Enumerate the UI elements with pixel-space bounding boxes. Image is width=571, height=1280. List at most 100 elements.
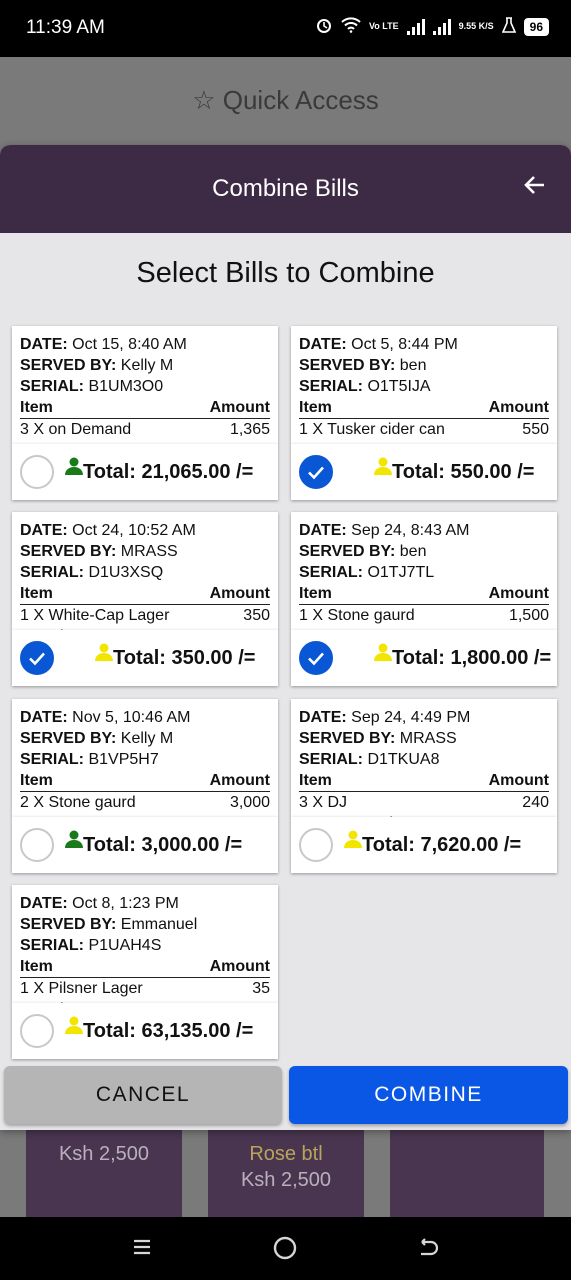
items-header: Item Amount	[20, 956, 270, 978]
bill-total: Total: 3,000.00 /=	[83, 834, 243, 856]
person-icon	[374, 457, 392, 475]
bill-served-by: SERVED BY: MRASS	[20, 543, 178, 560]
dialog-title: Combine Bills	[212, 175, 359, 202]
bill-date: DATE: Oct 8, 1:23 PM	[20, 895, 179, 912]
bill-footer: Total: 3,000.00 /=	[12, 817, 278, 873]
bill-served-by: SERVED BY: ben	[299, 543, 427, 560]
bill-card[interactable]: DATE: Sep 24, 8:43 AM SERVED BY: ben SER…	[291, 512, 557, 686]
person-icon	[65, 1016, 83, 1034]
item-name: 1 X Stone gaurd	[299, 607, 415, 624]
select-bill-checkbox[interactable]	[20, 455, 54, 489]
bill-serial: SERIAL: B1VP5H7	[20, 751, 159, 768]
bill-card[interactable]: DATE: Oct 8, 1:23 PM SERVED BY: Emmanuel…	[12, 885, 278, 1059]
bill-serial: SERIAL: O1TJ7TL	[299, 564, 435, 581]
bill-item-row: 3 X on Demand 1,365	[20, 419, 270, 440]
wifi-icon	[341, 17, 361, 36]
person-icon	[374, 643, 392, 661]
bill-total: Total: 7,620.00 /=	[362, 834, 522, 856]
select-bill-checkbox[interactable]	[299, 828, 333, 862]
background-product-tiles: Ksh 2,500 Rose btl Ksh 2,500	[0, 1127, 571, 1217]
bill-served-by: SERVED BY: ben	[299, 357, 427, 374]
battery-indicator: 96	[523, 17, 549, 36]
select-bill-checkbox[interactable]	[20, 641, 54, 675]
star-icon: ☆	[192, 85, 216, 115]
bill-total: Total: 350.00 /=	[113, 647, 256, 669]
person-icon	[65, 830, 83, 848]
person-icon	[344, 830, 362, 848]
item-amount: 1,500	[508, 607, 549, 624]
bill-details: DATE: Oct 5, 8:44 PM SERVED BY: ben SERI…	[299, 334, 549, 449]
bill-footer: Total: 63,135.00 /=	[12, 1003, 278, 1059]
bill-total: Total: 63,135.00 /=	[83, 1020, 254, 1042]
items-header: Item Amount	[20, 583, 270, 605]
bill-footer: Total: 21,065.00 /=	[12, 444, 278, 500]
items-header: Item Amount	[299, 583, 549, 605]
bill-item-row: 1 X Stone gaurd 1,500	[299, 605, 549, 626]
item-amount: 350	[243, 607, 270, 624]
select-bill-checkbox[interactable]	[20, 1014, 54, 1048]
product-tile: Rose btl Ksh 2,500	[208, 1127, 364, 1217]
cancel-button[interactable]: CANCEL	[4, 1066, 282, 1124]
item-name: 2 X Stone gaurd	[20, 794, 136, 811]
bill-details: DATE: Nov 5, 10:46 AM SERVED BY: Kelly M…	[20, 707, 270, 822]
page-heading: Select Bills to Combine	[136, 257, 435, 289]
bill-serial: SERIAL: P1UAH4S	[20, 937, 162, 954]
back-arrow-icon[interactable]	[523, 173, 547, 203]
bill-date: DATE: Sep 24, 8:43 AM	[299, 522, 470, 539]
bill-total: Total: 1,800.00 /=	[392, 647, 552, 669]
status-bar: 11:39 AM Vo LTE 9.55 K/S 96	[0, 0, 571, 57]
select-bill-checkbox[interactable]	[299, 455, 333, 489]
home-icon[interactable]	[271, 1235, 299, 1263]
bill-card[interactable]: DATE: Oct 24, 10:52 AM SERVED BY: MRASS …	[12, 512, 278, 686]
bill-details: DATE: Sep 24, 8:43 AM SERVED BY: ben SER…	[299, 520, 549, 635]
bill-item-row: 1 X Pilsner Lager 35	[20, 978, 270, 999]
signal-icon	[406, 18, 425, 35]
quick-access-title: ☆ Quick Access	[192, 85, 379, 115]
bill-item-row: 1 X White-Cap Lager 350	[20, 605, 270, 626]
signal-icon-2	[432, 18, 451, 35]
flask-icon	[501, 17, 516, 36]
bill-card[interactable]: DATE: Oct 15, 8:40 AM SERVED BY: Kelly M…	[12, 326, 278, 500]
combine-button[interactable]: COMBINE	[289, 1066, 568, 1124]
bill-card[interactable]: DATE: Nov 5, 10:46 AM SERVED BY: Kelly M…	[12, 699, 278, 873]
bill-details: DATE: Oct 24, 10:52 AM SERVED BY: MRASS …	[20, 520, 270, 635]
bill-served-by: SERVED BY: Kelly M	[20, 730, 174, 747]
bill-served-by: SERVED BY: Emmanuel	[20, 916, 198, 933]
bill-details: DATE: Oct 8, 1:23 PM SERVED BY: Emmanuel…	[20, 893, 270, 1008]
recent-apps-icon[interactable]	[128, 1235, 156, 1263]
bill-date: DATE: Oct 5, 8:44 PM	[299, 336, 458, 353]
item-name: 1 X Tusker cider can	[299, 421, 445, 438]
items-header: Item Amount	[20, 397, 270, 419]
item-amount: 3,000	[229, 794, 270, 811]
product-tile	[390, 1127, 544, 1217]
select-bill-checkbox[interactable]	[20, 828, 54, 862]
alarm-icon	[315, 16, 333, 37]
bill-card[interactable]: DATE: Oct 5, 8:44 PM SERVED BY: ben SERI…	[291, 326, 557, 500]
bill-serial: SERIAL: D1U3XSQ	[20, 564, 164, 581]
bill-total: Total: 21,065.00 /=	[83, 461, 254, 483]
status-time: 11:39 AM	[26, 17, 105, 38]
bill-item-row: 3 X DJ 240	[299, 792, 549, 813]
bill-item-row: 1 X Tusker cider can 550	[299, 419, 549, 440]
bill-served-by: SERVED BY: MRASS	[299, 730, 457, 747]
select-bill-checkbox[interactable]	[299, 641, 333, 675]
item-name: 3 X DJ	[299, 794, 348, 811]
item-amount: 1,365	[229, 421, 270, 438]
bill-details: DATE: Oct 15, 8:40 AM SERVED BY: Kelly M…	[20, 334, 270, 449]
network-speed: 9.55 K/S	[458, 21, 494, 31]
item-name: 1 X White-Cap Lager	[20, 607, 170, 624]
item-amount: 35	[252, 980, 270, 997]
item-name: 3 X on Demand	[20, 421, 132, 438]
back-nav-icon[interactable]	[414, 1235, 442, 1263]
bill-item-row: 2 X Stone gaurd 3,000	[20, 792, 270, 813]
bill-footer: Total: 7,620.00 /=	[291, 817, 557, 873]
item-name: 1 X Pilsner Lager	[20, 980, 143, 997]
bill-card[interactable]: DATE: Sep 24, 4:49 PM SERVED BY: MRASS S…	[291, 699, 557, 873]
bill-details: DATE: Sep 24, 4:49 PM SERVED BY: MRASS S…	[299, 707, 549, 822]
bill-serial: SERIAL: D1TKUA8	[299, 751, 440, 768]
bill-date: DATE: Oct 24, 10:52 AM	[20, 522, 196, 539]
bill-total: Total: 550.00 /=	[392, 461, 535, 483]
person-icon	[65, 457, 83, 475]
bill-served-by: SERVED BY: Kelly M	[20, 357, 174, 374]
network-type: Vo LTE	[368, 21, 399, 31]
